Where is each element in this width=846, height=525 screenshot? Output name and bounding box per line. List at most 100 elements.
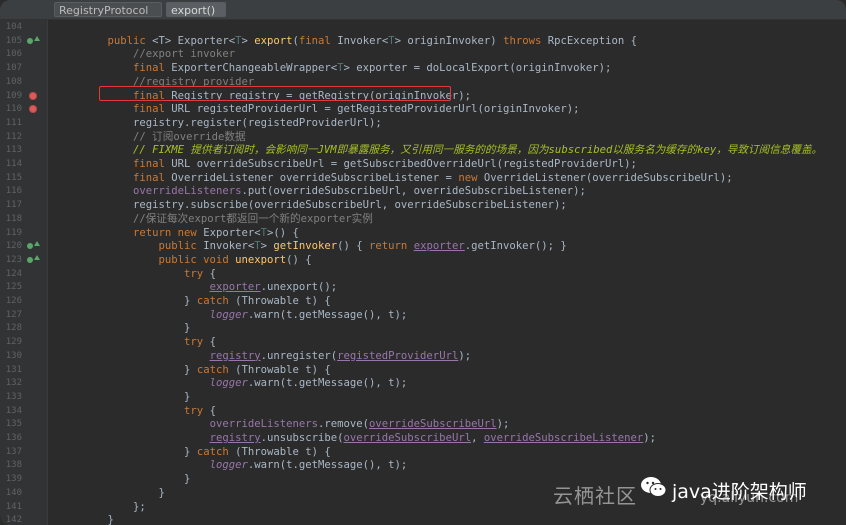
code-token: > bbox=[241, 34, 255, 47]
code-token: public bbox=[82, 240, 204, 253]
code-line[interactable]: 135 overrideListeners.remove(overrideSub… bbox=[0, 417, 846, 431]
code-line[interactable]: 138 logger.warn(t.getMessage(), t); bbox=[0, 458, 846, 472]
code-line[interactable]: 113 // FIXME 提供者订阅时，会影响同一JVM即暴露服务，又引用同一服… bbox=[0, 143, 846, 157]
line-number: 142 bbox=[5, 515, 22, 525]
code-token: registedProviderUrl bbox=[337, 349, 459, 362]
line-number: 126 bbox=[5, 296, 22, 306]
code-line[interactable]: 126 } catch (Throwable t) { bbox=[0, 294, 846, 308]
code-text: } bbox=[82, 486, 165, 500]
code-line[interactable]: 116 overrideListeners.put(overrideSubscr… bbox=[0, 184, 846, 198]
code-line[interactable]: 107 final ExporterChangeableWrapper<T> e… bbox=[0, 61, 846, 75]
code-token: registry bbox=[209, 432, 261, 444]
code-line[interactable]: 111 registry.register(registedProviderUr… bbox=[0, 116, 846, 130]
code-token: ); bbox=[458, 349, 472, 362]
code-text: registry.register(registedProviderUrl); bbox=[82, 116, 382, 130]
code-text: } bbox=[82, 390, 190, 404]
line-number: 118 bbox=[5, 213, 22, 224]
code-token: } bbox=[82, 390, 191, 403]
breakpoint-icon[interactable] bbox=[29, 91, 37, 100]
breadcrumb-method[interactable]: export() bbox=[166, 2, 226, 17]
code-token: () { bbox=[337, 240, 370, 253]
breakpoint-icon[interactable] bbox=[29, 105, 37, 114]
code-line[interactable]: 130 registry.unregister(registedProvider… bbox=[0, 349, 846, 363]
code-token: //保证每次export都返回一个新的exporter实例 bbox=[82, 212, 373, 225]
line-number: 105 bbox=[5, 35, 22, 46]
line-number: 113 bbox=[5, 145, 22, 156]
code-token: (Throwable t) { bbox=[235, 295, 331, 307]
code-token: registry.register(registedProviderUrl); bbox=[82, 116, 382, 129]
code-token: } bbox=[82, 295, 197, 307]
code-line[interactable]: 118 //保证每次export都返回一个新的exporter实例 bbox=[0, 212, 846, 226]
code-text: registry.unsubscribe(overrideSubscribeUr… bbox=[82, 431, 657, 445]
override-icon[interactable] bbox=[27, 256, 33, 263]
code-line[interactable]: 104 bbox=[0, 20, 846, 34]
code-token: logger bbox=[209, 459, 248, 472]
line-number: 133 bbox=[5, 391, 22, 402]
code-line[interactable]: 134 try { bbox=[0, 404, 846, 418]
code-line[interactable]: 117 registry.subscribe(overrideSubscribe… bbox=[0, 198, 846, 212]
code-text: // 订阅override数据 bbox=[82, 130, 246, 144]
code-text: try { bbox=[82, 335, 216, 349]
code-token: } bbox=[82, 322, 191, 335]
code-token: final bbox=[82, 103, 172, 116]
code-line[interactable]: 129 try { bbox=[0, 335, 846, 349]
code-line[interactable]: 133 } bbox=[0, 390, 846, 404]
code-line[interactable]: 128 } bbox=[0, 321, 846, 335]
code-token: .warn(t.getMessage(), t); bbox=[247, 377, 408, 390]
code-line[interactable]: 131 } catch (Throwable t) { bbox=[0, 363, 846, 377]
override-icon[interactable] bbox=[27, 37, 33, 44]
code-token: registry.subscribe(overrideSubscribeUrl,… bbox=[82, 199, 567, 212]
code-text: }; bbox=[82, 500, 146, 514]
code-line[interactable]: 123 public void unexport() { bbox=[0, 253, 846, 267]
code-line[interactable]: 142 } bbox=[0, 513, 846, 525]
code-line[interactable]: 105 public <T> Exporter<T> export(final … bbox=[0, 34, 846, 48]
code-line[interactable]: 114 final URL overrideSubscribeUrl = get… bbox=[0, 157, 846, 171]
code-line[interactable]: 125 exporter.unexport(); bbox=[0, 280, 846, 294]
code-text: overrideListeners.put(overrideSubscribeU… bbox=[82, 184, 586, 198]
code-token: final bbox=[82, 62, 172, 75]
code-line[interactable]: 132 logger.warn(t.getMessage(), t); bbox=[0, 376, 846, 390]
code-token: { bbox=[209, 404, 216, 417]
code-line[interactable]: 112 // 订阅override数据 bbox=[0, 130, 846, 144]
code-line[interactable]: 136 registry.unsubscribe(overrideSubscri… bbox=[0, 431, 846, 445]
code-text: registry.unregister(registedProviderUrl)… bbox=[82, 349, 472, 363]
line-number: 109 bbox=[5, 90, 22, 101]
line-number: 137 bbox=[5, 446, 22, 457]
code-token: .remove( bbox=[318, 418, 370, 431]
line-number: 124 bbox=[5, 268, 22, 279]
code-token: overrideListeners bbox=[133, 185, 242, 198]
code-text: overrideListeners.remove(overrideSubscri… bbox=[82, 417, 510, 431]
code-token: URL registedProviderUrl = getRegistedPro… bbox=[171, 103, 580, 116]
code-token: throws bbox=[503, 34, 548, 47]
line-number: 114 bbox=[5, 159, 22, 169]
line-number: 128 bbox=[5, 323, 22, 334]
code-token: { bbox=[209, 336, 216, 349]
breadcrumb-class[interactable]: RegistryProtocol bbox=[54, 2, 162, 17]
code-token: > bbox=[260, 240, 274, 253]
code-line[interactable]: 115 final OverrideListener overrideSubsc… bbox=[0, 171, 846, 185]
code-line[interactable]: 110 final URL registedProviderUrl = getR… bbox=[0, 102, 846, 116]
code-line[interactable]: 124 try { bbox=[0, 267, 846, 281]
code-line[interactable]: 119 return new Exporter<T>() { bbox=[0, 226, 846, 240]
code-line[interactable]: 120 public Invoker<T> getInvoker() { ret… bbox=[0, 239, 846, 253]
line-number: 111 bbox=[5, 117, 22, 128]
code-text: return new Exporter<T>() { bbox=[82, 226, 299, 240]
code-line[interactable]: 127 logger.warn(t.getMessage(), t); bbox=[0, 308, 846, 322]
code-token: // FIXME 提供者订阅时，会影响同一JVM即暴露服务，又引用同一服务的的场… bbox=[82, 144, 823, 157]
code-token: logger bbox=[209, 377, 248, 390]
code-line[interactable]: 137 } catch (Throwable t) { bbox=[0, 445, 846, 459]
line-number: 104 bbox=[5, 22, 22, 32]
code-token: new bbox=[458, 171, 484, 184]
code-line[interactable]: 106 //export invoker bbox=[0, 47, 846, 61]
line-number: 140 bbox=[5, 487, 22, 498]
code-text: final ExporterChangeableWrapper<T> expor… bbox=[82, 61, 611, 75]
code-text: } bbox=[82, 513, 114, 525]
override-icon[interactable] bbox=[27, 243, 33, 250]
code-text: //保证每次export都返回一个新的exporter实例 bbox=[82, 212, 373, 226]
wechat-icon bbox=[641, 477, 667, 497]
code-token: export bbox=[254, 34, 293, 47]
line-number: 119 bbox=[5, 227, 22, 238]
